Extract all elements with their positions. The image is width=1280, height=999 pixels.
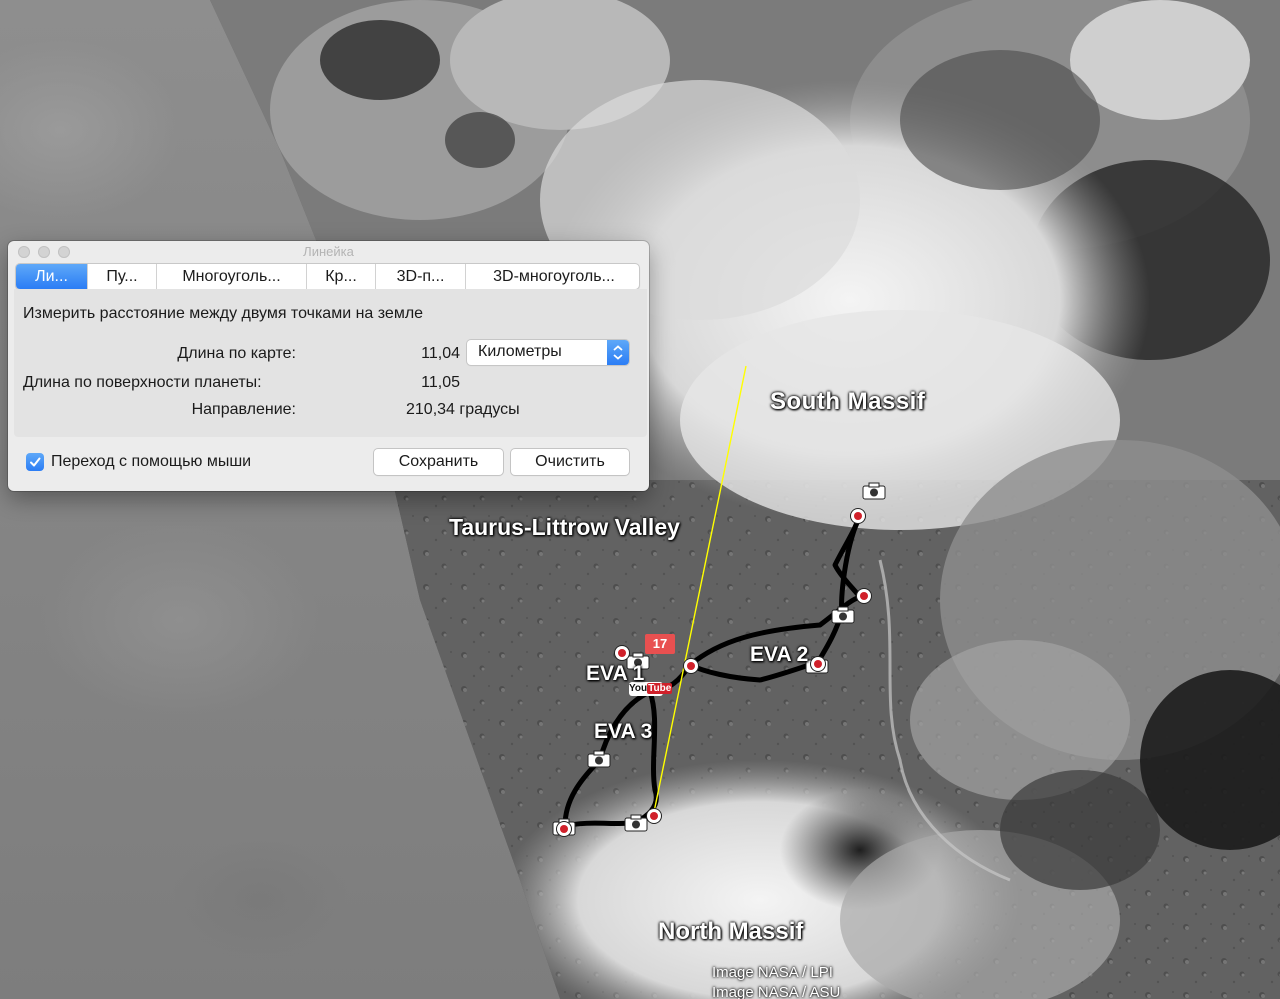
map-label-eva2: EVA 2 xyxy=(750,643,809,666)
youtube-tube: Tube xyxy=(647,683,673,694)
map-label-eva3: EVA 3 xyxy=(594,720,653,743)
tab-path[interactable]: Пу... xyxy=(88,264,157,289)
surface-length-value: 11,05 xyxy=(421,374,460,391)
surface-length-label: Длина по поверхности планеты: xyxy=(23,374,262,391)
image-credit: Image NASA / LPI xyxy=(712,964,833,981)
map-label-south-massif: South Massif xyxy=(770,388,926,415)
station-marker[interactable] xyxy=(647,809,661,823)
station-marker[interactable] xyxy=(557,822,571,836)
station-marker[interactable] xyxy=(684,659,698,673)
map-length-label: Длина по карте: xyxy=(177,345,296,362)
map-label-valley: Taurus-Littrow Valley xyxy=(449,514,680,540)
tab-bar: Ли... Пу... Многоуголь... Кр... 3D-п... … xyxy=(15,263,640,290)
camera-icon[interactable] xyxy=(862,482,886,500)
direction-label: Направление: xyxy=(191,401,296,418)
camera-icon[interactable] xyxy=(624,814,648,832)
window-title: Линейка xyxy=(303,244,354,259)
clear-button[interactable]: Очистить xyxy=(511,449,629,475)
station-marker[interactable] xyxy=(811,657,825,671)
measurement-panel: Измерить расстояние между двумя точками … xyxy=(14,289,647,437)
station-marker[interactable] xyxy=(615,646,629,660)
mouse-navigation-checkbox[interactable] xyxy=(26,453,44,471)
title-bar[interactable]: Линейка xyxy=(8,241,649,263)
apollo-17-badge[interactable]: 17 xyxy=(645,634,675,654)
mouse-navigation-label: Переход с помощью мыши xyxy=(51,453,252,470)
unit-select[interactable]: Километры xyxy=(467,340,629,365)
save-button[interactable]: Сохранить xyxy=(374,449,503,475)
tab-3d-polygon[interactable]: 3D-многоуголь... xyxy=(466,264,639,289)
tab-3d-path[interactable]: 3D-п... xyxy=(376,264,466,289)
direction-value: 210,34 градусы xyxy=(406,401,520,418)
map-view[interactable]: 17 YouTube South Massif Taurus-Littrow V… xyxy=(0,0,1280,999)
tab-line[interactable]: Ли... xyxy=(16,264,88,289)
tab-polygon[interactable]: Многоуголь... xyxy=(157,264,307,289)
station-marker[interactable] xyxy=(851,509,865,523)
lunar-imagery xyxy=(210,0,1280,999)
map-length-value: 11,04 xyxy=(421,345,460,362)
camera-icon[interactable] xyxy=(831,606,855,624)
map-label-north-massif: North Massif xyxy=(658,918,804,945)
image-credit: Image NASA / ASU xyxy=(712,984,841,999)
ruler-window: Линейка Ли... Пу... Многоуголь... Кр... … xyxy=(8,241,649,491)
map-label-eva1: EVA 1 xyxy=(586,662,645,685)
station-marker[interactable] xyxy=(857,589,871,603)
updown-chevron-icon xyxy=(607,340,629,365)
unit-select-value: Километры xyxy=(478,343,562,360)
panel-description: Измерить расстояние между двумя точками … xyxy=(23,305,424,322)
camera-icon[interactable] xyxy=(587,750,611,768)
tab-circle[interactable]: Кр... xyxy=(307,264,376,289)
